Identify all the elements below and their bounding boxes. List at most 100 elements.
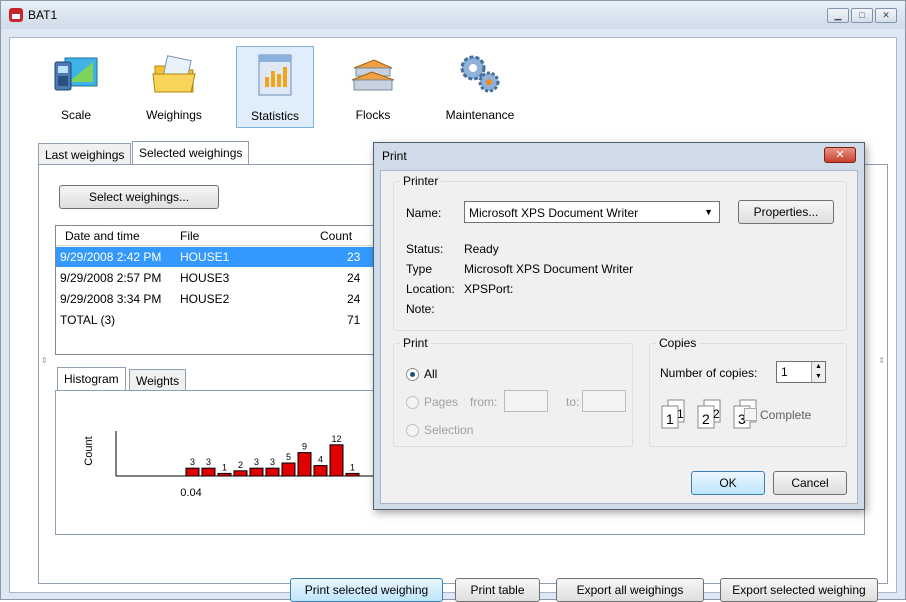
column-header-count[interactable]: Count bbox=[320, 229, 352, 243]
histogram-bar bbox=[297, 452, 312, 477]
print-selected-weighing-button[interactable]: Print selected weighing bbox=[290, 578, 443, 602]
weighings-folder-icon bbox=[152, 55, 196, 93]
toolbar-maintenance[interactable]: Maintenance bbox=[432, 46, 528, 128]
select-weighings-button[interactable]: Select weighings... bbox=[59, 185, 219, 209]
spinner-arrows-icon[interactable]: ▲ ▼ bbox=[811, 362, 825, 382]
tab-selected-weighings[interactable]: Selected weighings bbox=[132, 141, 250, 165]
toolbar-label: Statistics bbox=[250, 109, 299, 123]
toolbar-scale[interactable]: Scale bbox=[37, 46, 115, 128]
close-window-button[interactable]: ✕ bbox=[875, 8, 897, 23]
cell-date: TOTAL (3) bbox=[60, 313, 116, 327]
histogram-bar bbox=[233, 470, 248, 477]
complete-label: Complete bbox=[760, 408, 812, 422]
histogram-bar bbox=[281, 462, 296, 477]
status-label: Status: bbox=[406, 242, 444, 256]
cell-date: 9/29/2008 2:42 PM bbox=[60, 250, 162, 264]
group-label: Print bbox=[400, 336, 431, 350]
cell-file: HOUSE2 bbox=[180, 292, 230, 306]
bar-value-label: 3 bbox=[254, 457, 259, 467]
chevron-down-icon: ▼ bbox=[704, 207, 713, 217]
cell-file: HOUSE1 bbox=[180, 250, 230, 264]
histogram-bar bbox=[201, 467, 216, 477]
bar-value-label: 1 bbox=[350, 462, 355, 472]
histogram-bar bbox=[249, 467, 264, 477]
radio-all-label: All bbox=[424, 367, 438, 381]
tab-last-weighings[interactable]: Last weighings bbox=[38, 143, 132, 165]
toolbar-label: Weighings bbox=[146, 108, 202, 122]
svg-text:2: 2 bbox=[702, 411, 710, 427]
cell-count: 24 bbox=[347, 292, 361, 306]
dialog-body: Printer Name: Microsoft XPS Document Wri… bbox=[380, 170, 858, 504]
histogram-bar bbox=[345, 472, 360, 477]
radio-all[interactable] bbox=[406, 368, 419, 381]
pages-from-input[interactable] bbox=[504, 390, 548, 412]
bar-value-label: 12 bbox=[331, 434, 341, 444]
histogram-bar bbox=[329, 444, 344, 477]
histogram-bar bbox=[313, 465, 328, 477]
title-bar: BAT1 ▁ □ ✕ bbox=[1, 1, 905, 29]
copies-spinner[interactable]: 1 ▲ ▼ bbox=[776, 361, 826, 383]
type-value: Microsoft XPS Document Writer bbox=[464, 262, 634, 276]
flocks-barn-icon bbox=[351, 59, 395, 91]
ok-button[interactable]: OK bbox=[691, 471, 765, 495]
export-selected-weighing-button[interactable]: Export selected weighing bbox=[720, 578, 878, 602]
status-value: Ready bbox=[464, 242, 499, 256]
toolbar-flocks[interactable]: Flocks bbox=[334, 46, 412, 128]
type-label: Type bbox=[406, 262, 433, 276]
maintenance-gears-icon bbox=[460, 55, 500, 93]
location-label: Location: bbox=[406, 282, 455, 296]
to-label: to: bbox=[566, 395, 580, 409]
maximize-button[interactable]: □ bbox=[851, 8, 873, 23]
minimize-button[interactable]: ▁ bbox=[827, 8, 849, 23]
svg-text:1: 1 bbox=[666, 411, 674, 427]
tab-histogram[interactable]: Histogram bbox=[57, 367, 126, 391]
cell-file: HOUSE3 bbox=[180, 271, 230, 285]
tab-weights[interactable]: Weights bbox=[129, 369, 187, 391]
bar-value-label: 3 bbox=[270, 457, 275, 467]
x-tick-label: 0.04 bbox=[180, 487, 201, 499]
toolbar-statistics[interactable]: Statistics bbox=[236, 46, 314, 128]
print-range-group: Print All Pages from: to: Selection bbox=[393, 336, 633, 447]
dialog-close-button[interactable]: ✕ bbox=[824, 147, 856, 163]
bar-value-label: 1 bbox=[222, 462, 227, 472]
histogram-bar bbox=[185, 467, 200, 477]
bar-value-label: 2 bbox=[238, 460, 243, 470]
radio-pages-label: Pages bbox=[424, 395, 459, 409]
bar-value-label: 4 bbox=[318, 455, 323, 465]
radio-pages[interactable] bbox=[406, 396, 419, 409]
printer-name-dropdown[interactable]: Microsoft XPS Document Writer ▼ bbox=[464, 201, 720, 223]
group-label: Copies bbox=[656, 336, 700, 350]
copies-value: 1 bbox=[781, 365, 788, 379]
app-icon bbox=[9, 8, 23, 22]
svg-text:1: 1 bbox=[677, 407, 684, 421]
cell-date: 9/29/2008 2:57 PM bbox=[60, 271, 162, 285]
cancel-button[interactable]: Cancel bbox=[773, 471, 847, 495]
histogram-bar bbox=[265, 467, 280, 477]
radio-selection-label: Selection bbox=[424, 423, 474, 437]
cell-count: 23 bbox=[347, 250, 361, 264]
toolbar-label: Scale bbox=[60, 108, 92, 122]
window-title: BAT1 bbox=[28, 8, 58, 22]
column-header-file[interactable]: File bbox=[180, 229, 199, 243]
statistics-icon bbox=[258, 54, 292, 96]
collate-checkbox[interactable] bbox=[744, 408, 757, 421]
copies-group: Copies Number of copies: 1 ▲ ▼ 1 1 2 2 3 … bbox=[649, 336, 847, 447]
column-header-date[interactable]: Date and time bbox=[65, 229, 140, 243]
bar-value-label: 9 bbox=[302, 442, 307, 452]
export-all-weighings-button[interactable]: Export all weighings bbox=[556, 578, 704, 602]
print-dialog: Print ✕ Printer Name: Microsoft XPS Docu… bbox=[373, 142, 865, 510]
properties-button[interactable]: Properties... bbox=[738, 200, 834, 224]
bar-value-label: 3 bbox=[206, 457, 211, 467]
main-toolbar: Scale Weighings Statistics Flocks Mainte… bbox=[10, 38, 896, 130]
printer-group: Printer Name: Microsoft XPS Document Wri… bbox=[393, 174, 847, 331]
scale-icon bbox=[54, 57, 98, 91]
cell-count: 71 bbox=[347, 313, 361, 327]
toolbar-weighings[interactable]: Weighings bbox=[135, 46, 213, 128]
pages-to-input[interactable] bbox=[582, 390, 626, 412]
y-axis-label: Count bbox=[83, 436, 95, 465]
dialog-title: Print bbox=[382, 149, 407, 163]
toolbar-label: Flocks bbox=[355, 108, 391, 122]
print-table-button[interactable]: Print table bbox=[455, 578, 540, 602]
bar-value-label: 3 bbox=[190, 457, 195, 467]
radio-selection[interactable] bbox=[406, 424, 419, 437]
